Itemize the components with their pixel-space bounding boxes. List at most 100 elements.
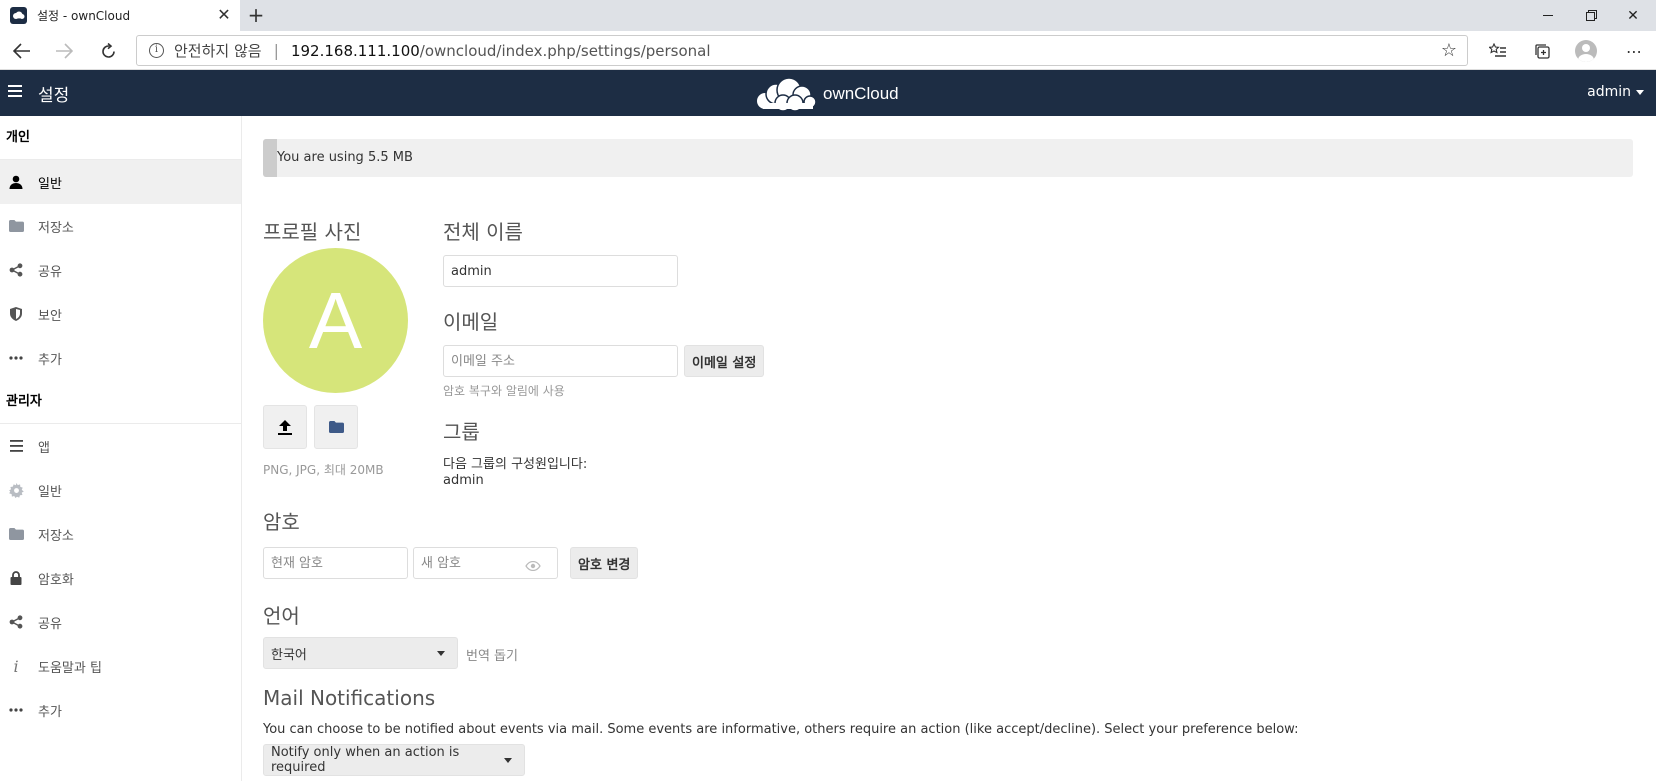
fullname-input[interactable]	[443, 255, 678, 287]
tab-title: 설정 - ownCloud	[37, 9, 131, 23]
share-icon	[8, 614, 24, 630]
sidebar-item-admin-sharing[interactable]: 공유	[0, 600, 241, 644]
restore-icon[interactable]	[1568, 0, 1614, 31]
lock-icon	[8, 570, 24, 586]
sidebar-item-admin-additional[interactable]: 추가	[0, 688, 241, 732]
info-icon: i	[13, 656, 19, 676]
list-icon	[8, 438, 24, 454]
favorite-star-icon[interactable]: ☆	[1441, 40, 1457, 61]
sidebar-item-label: 저장소	[38, 220, 74, 236]
sidebar-item-label: 도움말과 팁	[38, 660, 102, 676]
sidebar-item-admin-storage[interactable]: 저장소	[0, 512, 241, 556]
url-host: 192.168.111.100	[290, 41, 420, 60]
language-selected: 한국어	[271, 647, 307, 663]
tab-close-icon[interactable]: ✕	[214, 5, 234, 25]
menu-icon[interactable]	[8, 85, 22, 99]
sidebar-item-encryption[interactable]: 암호화	[0, 556, 241, 600]
upload-icon	[278, 419, 292, 435]
show-password-eye-icon[interactable]	[525, 561, 541, 571]
refresh-icon[interactable]	[94, 37, 122, 65]
sidebar-item-admin-general[interactable]: 일반	[0, 468, 241, 512]
avatar: A	[263, 248, 408, 393]
avatar-hint: PNG, JPG, 최대 20MB	[263, 463, 384, 477]
profile-picture-title: 프로필 사진	[263, 220, 362, 244]
email-input[interactable]	[443, 345, 678, 377]
change-password-button[interactable]: 암호 변경	[570, 547, 639, 579]
sidebar: 개인 일반 저장소 공유 보안 추가 관리자 앱 일반 저장소 암호화 공유 i…	[0, 116, 242, 781]
sidebar-item-label: 암호화	[38, 572, 74, 588]
current-password-input[interactable]	[263, 547, 408, 579]
window-close-icon[interactable]: ✕	[1610, 0, 1656, 31]
sidebar-item-general[interactable]: 일반	[0, 160, 241, 204]
person-icon	[8, 174, 24, 190]
url-field[interactable]: i 안전하지 않음 | 192.168.111.100/owncloud/ind…	[136, 35, 1468, 66]
favorites-list-icon[interactable]	[1484, 37, 1512, 65]
app-title[interactable]: 설정	[38, 81, 69, 106]
sidebar-item-security[interactable]: 보안	[0, 292, 241, 336]
sidebar-item-additional[interactable]: 추가	[0, 336, 241, 380]
cloud-logo-icon	[757, 77, 817, 112]
sidebar-item-label: 저장소	[38, 528, 74, 544]
groups-title: 그룹	[443, 420, 480, 444]
set-email-button[interactable]: 이메일 설정	[684, 345, 765, 377]
sidebar-item-help[interactable]: i 도움말과 팁	[0, 644, 241, 688]
language-title: 언어	[263, 604, 300, 628]
sidebar-item-label: 추가	[38, 704, 62, 720]
email-title: 이메일	[443, 310, 499, 334]
sidebar-item-sharing[interactable]: 공유	[0, 248, 241, 292]
browser-tab-bar: 설정 - ownCloud ✕ + ✕	[0, 0, 1656, 31]
info-icon[interactable]: i	[149, 43, 164, 58]
upload-avatar-button[interactable]	[263, 405, 307, 449]
owncloud-logo[interactable]: ownCloud	[755, 76, 899, 112]
select-avatar-from-files-button[interactable]	[314, 405, 358, 449]
help-translate-link[interactable]: 번역 돕기	[466, 645, 518, 664]
folder-icon	[8, 526, 24, 542]
back-arrow-icon[interactable]	[8, 37, 36, 65]
sidebar-item-label: 일반	[38, 176, 62, 192]
more-icon	[8, 350, 24, 366]
user-name: admin	[1587, 84, 1631, 100]
user-menu[interactable]: admin	[1587, 84, 1644, 100]
minimize-icon[interactable]	[1525, 0, 1571, 31]
groups-description: 다음 그룹의 구성원입니다:	[443, 457, 588, 472]
mail-notifications-title: Mail Notifications	[263, 686, 436, 710]
sidebar-item-apps[interactable]: 앱	[0, 424, 241, 468]
email-hint: 암호 복구와 알림에 사용	[443, 384, 565, 398]
settings-content: You are using 5.5 MB 프로필 사진 A PNG, JPG, …	[242, 116, 1656, 781]
app-header: 설정 ownCloud admin	[0, 70, 1656, 116]
sidebar-item-label: 일반	[38, 484, 62, 500]
sidebar-item-label: 공유	[38, 264, 62, 280]
url-security-label: 안전하지 않음	[174, 42, 262, 60]
profile-icon[interactable]	[1572, 37, 1600, 65]
mail-notification-selected: Notify only when an action is required	[271, 745, 460, 775]
caret-down-icon	[1636, 89, 1644, 95]
sidebar-section-admin: 관리자	[0, 380, 241, 424]
mail-notification-select[interactable]: Notify only when an action is required	[263, 744, 525, 776]
forward-arrow-icon[interactable]	[50, 37, 78, 65]
fullname-title: 전체 이름	[443, 220, 523, 244]
mail-notifications-description: You can choose to be notified about even…	[263, 722, 1299, 737]
gear-icon	[8, 482, 24, 498]
url-separator: |	[273, 41, 279, 60]
caret-down-icon	[504, 758, 512, 763]
caret-down-icon	[437, 651, 445, 656]
sidebar-item-label: 앱	[38, 440, 50, 456]
logo-text: ownCloud	[823, 84, 899, 103]
sidebar-item-storage[interactable]: 저장소	[0, 204, 241, 248]
language-select[interactable]: 한국어	[263, 637, 458, 669]
more-options-icon[interactable]: ⋯	[1620, 37, 1648, 65]
new-tab-icon[interactable]: +	[244, 4, 268, 28]
collections-icon[interactable]	[1528, 37, 1556, 65]
quota-fill	[263, 139, 277, 177]
url-path: /owncloud/index.php/settings/personal	[419, 41, 711, 60]
folder-icon	[8, 218, 24, 234]
quota-text: You are using 5.5 MB	[277, 150, 413, 165]
groups-value: admin	[443, 473, 484, 488]
more-icon	[8, 702, 24, 718]
shield-icon	[8, 306, 24, 322]
sidebar-section-personal: 개인	[0, 116, 241, 160]
quota-bar: You are using 5.5 MB	[263, 139, 1633, 177]
browser-tab[interactable]: 설정 - ownCloud ✕	[0, 0, 240, 31]
owncloud-favicon-icon	[10, 7, 27, 24]
share-icon	[8, 262, 24, 278]
